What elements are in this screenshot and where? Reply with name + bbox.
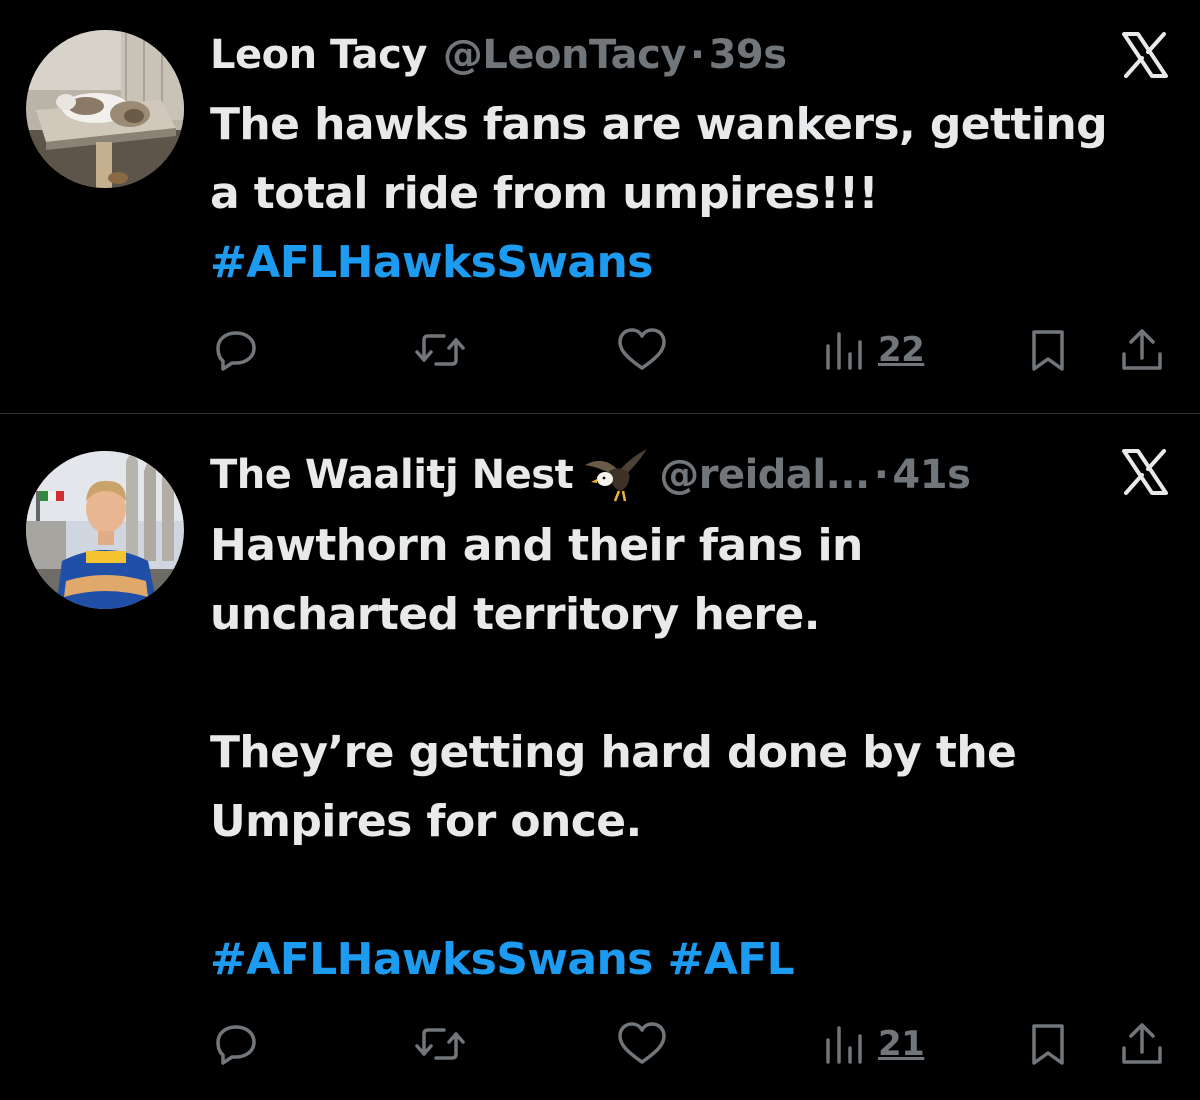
x-logo-icon[interactable] [1120, 447, 1170, 497]
retweet-button[interactable] [414, 1019, 466, 1069]
tweet-header: Leon Tacy @LeonTacy · 39s [210, 27, 1180, 83]
tweet-text-line: They’re getting hard done by the [210, 727, 1017, 778]
display-name[interactable]: The Waalitj Nest [210, 452, 574, 498]
tweet-header: The Waalitj Nest @reidal... · 41s [210, 447, 1180, 503]
bookmark-button[interactable] [1026, 325, 1070, 375]
x-logo-icon[interactable] [1120, 30, 1170, 80]
reply-button[interactable] [212, 325, 260, 375]
tweet-text-line: Hawthorn and their fans in [210, 520, 863, 571]
tweet-text-line: The hawks fans are wankers, getting [210, 99, 1108, 150]
retweet-icon [415, 334, 465, 366]
player-avatar-image [26, 451, 184, 609]
like-button[interactable] [616, 1019, 668, 1069]
avatar-cat[interactable] [26, 30, 184, 188]
views-icon [826, 1026, 862, 1064]
bookmark-button[interactable] [1026, 1019, 1070, 1069]
timestamp[interactable]: 41s [892, 452, 970, 498]
bookmark-icon [1032, 1024, 1064, 1065]
reply-icon [216, 1025, 256, 1065]
hashtag-link[interactable]: #AFLHawksSwans [210, 237, 653, 288]
tweet-text-line: Umpires for once. [210, 796, 642, 847]
user-handle[interactable]: @LeonTacy [443, 32, 686, 78]
retweet-icon [415, 1028, 465, 1060]
like-icon [618, 328, 666, 370]
action-bar: 21 [0, 1019, 1200, 1069]
timestamp[interactable]: 39s [709, 32, 787, 78]
cat-avatar-image [26, 30, 184, 188]
separator-dot: · [873, 452, 889, 498]
reply-icon [216, 331, 256, 371]
views-button[interactable]: 22 [822, 325, 925, 375]
separator-dot: · [689, 32, 705, 78]
tweet-text-line: uncharted territory here. [210, 589, 820, 640]
display-name[interactable]: Leon Tacy [210, 32, 427, 78]
share-icon [1122, 1023, 1162, 1064]
tweet-card-2[interactable]: The Waalitj Nest @reidal... · 41s Hawtho… [0, 414, 1200, 1100]
reply-button[interactable] [212, 1019, 260, 1069]
like-button[interactable] [616, 325, 668, 375]
like-icon [618, 1022, 666, 1064]
views-button[interactable]: 21 [822, 1019, 925, 1069]
user-handle[interactable]: @reidal... [659, 452, 870, 498]
share-button[interactable] [1118, 1019, 1166, 1069]
views-icon [826, 332, 862, 370]
tweet-text: Hawthorn and their fans in uncharted ter… [210, 511, 1170, 994]
views-count: 22 [878, 330, 925, 370]
hashtag-link[interactable]: #AFL [668, 934, 795, 985]
tweet-text: The hawks fans are wankers, getting a to… [210, 90, 1170, 297]
views-count: 21 [878, 1024, 925, 1064]
eagle-icon [583, 447, 649, 503]
hashtag-link[interactable]: #AFLHawksSwans [210, 934, 653, 985]
share-button[interactable] [1118, 325, 1166, 375]
tweet-text-line: a total ride from umpires!!! [210, 168, 879, 219]
share-icon [1122, 329, 1162, 370]
action-bar: 22 [0, 325, 1200, 375]
retweet-button[interactable] [414, 325, 466, 375]
bookmark-icon [1032, 330, 1064, 371]
tweet-card-1[interactable]: Leon Tacy @LeonTacy · 39s The hawks fans… [0, 0, 1200, 413]
avatar-player[interactable] [26, 451, 184, 609]
